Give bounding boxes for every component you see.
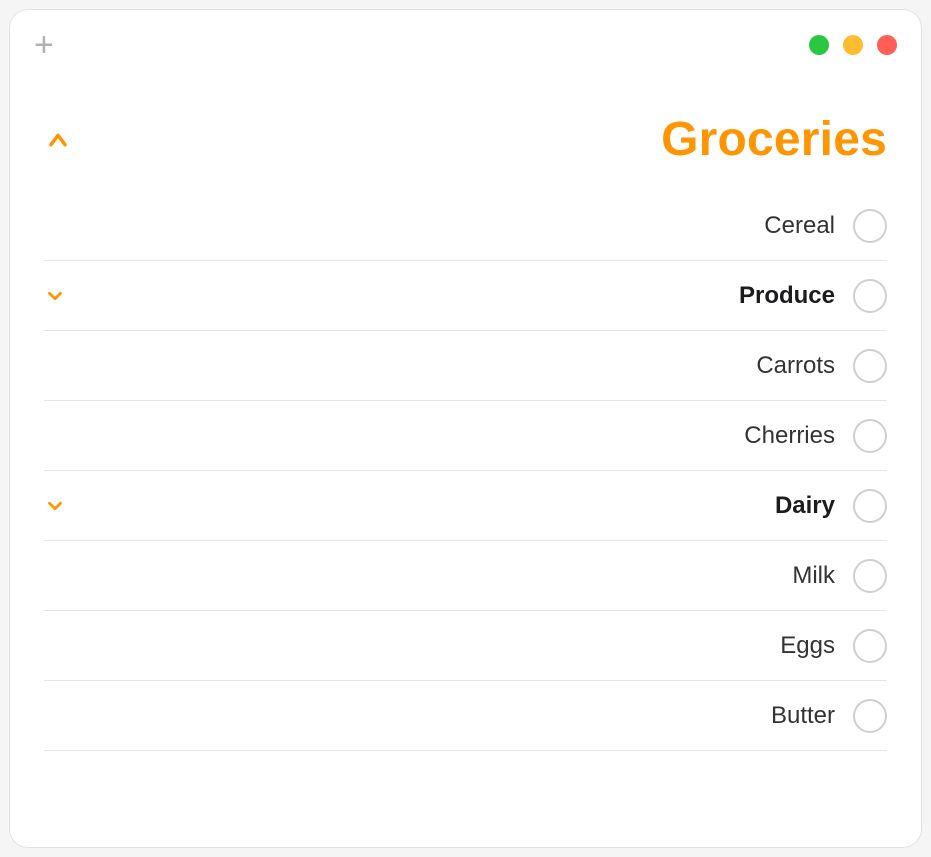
list-item[interactable]: Cereal	[44, 191, 887, 261]
titlebar: +	[10, 10, 921, 72]
item-label: Milk	[792, 562, 835, 590]
check-circle[interactable]	[853, 279, 887, 313]
list-item[interactable]: Butter	[44, 681, 887, 751]
check-circle[interactable]	[853, 489, 887, 523]
list-item[interactable]: Carrots	[44, 331, 887, 401]
check-circle[interactable]	[853, 419, 887, 453]
check-circle[interactable]	[853, 629, 887, 663]
list-item[interactable]: Milk	[44, 541, 887, 611]
check-circle[interactable]	[853, 209, 887, 243]
item-label: Produce	[739, 282, 835, 310]
reminders-window: + Groceries Cereal	[10, 10, 921, 847]
check-circle[interactable]	[853, 559, 887, 593]
item-label: Cereal	[764, 212, 835, 240]
item-label: Butter	[771, 702, 835, 730]
window-controls	[809, 35, 897, 55]
check-circle[interactable]	[853, 349, 887, 383]
list-item[interactable]: Eggs	[44, 611, 887, 681]
collapse-all-icon[interactable]	[44, 126, 72, 154]
item-label: Cherries	[744, 422, 835, 450]
reminder-list: Cereal Produce Carrots	[10, 191, 921, 751]
minimize-button[interactable]	[809, 35, 829, 55]
maximize-button[interactable]	[843, 35, 863, 55]
item-label: Carrots	[756, 352, 835, 380]
add-reminder-button[interactable]: +	[34, 28, 54, 62]
list-header: Groceries	[10, 72, 921, 191]
close-button[interactable]	[877, 35, 897, 55]
item-label: Eggs	[780, 632, 835, 660]
chevron-down-icon[interactable]	[44, 285, 66, 307]
list-title: Groceries	[661, 112, 887, 167]
list-item[interactable]: Dairy	[44, 471, 887, 541]
item-label: Dairy	[775, 492, 835, 520]
list-item[interactable]: Cherries	[44, 401, 887, 471]
chevron-down-icon[interactable]	[44, 495, 66, 517]
check-circle[interactable]	[853, 699, 887, 733]
list-item[interactable]: Produce	[44, 261, 887, 331]
